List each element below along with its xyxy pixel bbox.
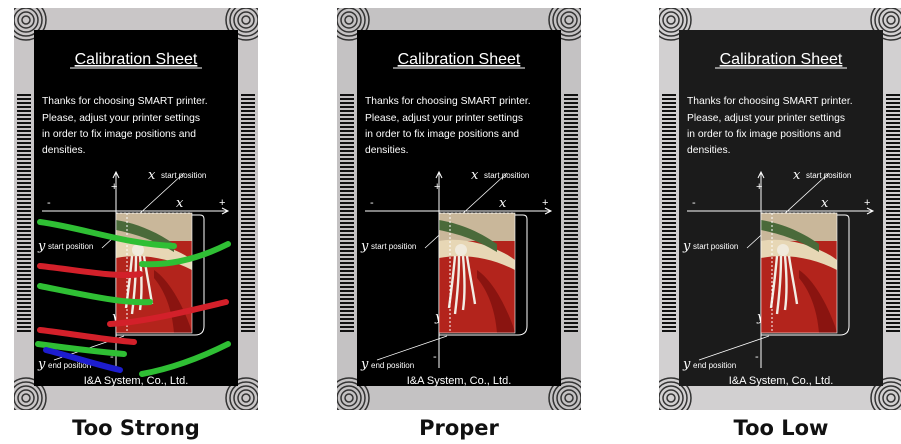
calibration-sheet-too-low: Calibration Sheet Thanks for choosing SM… bbox=[659, 8, 901, 410]
y-start-label: start position bbox=[693, 242, 738, 251]
x-start-letter: x bbox=[471, 168, 479, 183]
y-end-letter: y bbox=[682, 357, 691, 372]
x-minus-sign: - bbox=[370, 197, 374, 209]
sheet-title: Calibration Sheet bbox=[720, 51, 843, 68]
x-start-letter: x bbox=[148, 168, 156, 183]
instruction-line-1: Please, adjust your printer settings bbox=[687, 113, 845, 124]
y-minus-sign: - bbox=[755, 351, 759, 363]
intro-line: Thanks for choosing SMART printer. bbox=[42, 96, 208, 107]
x-axis-letter: x bbox=[499, 196, 507, 211]
footer-text: I&A System, Co., Ltd. bbox=[84, 375, 189, 387]
calibration-sheet-too-strong: Calibration Sheet Thanks for choosing SM… bbox=[14, 8, 258, 410]
sheet-graphic: Calibration Sheet Thanks for choosing SM… bbox=[337, 8, 581, 410]
instruction-line-2: in order to fix image positions and bbox=[365, 129, 519, 140]
x-plus-sign: + bbox=[219, 197, 225, 209]
x-axis-letter: x bbox=[176, 196, 184, 211]
x-start-label: start position bbox=[484, 171, 529, 180]
x-minus-sign: - bbox=[692, 197, 696, 209]
x-plus-sign: + bbox=[542, 197, 548, 209]
y-plus-sign: + bbox=[111, 181, 117, 193]
y-end-label: end position bbox=[371, 361, 414, 370]
calibration-sheet-proper: Calibration Sheet Thanks for choosing SM… bbox=[337, 8, 581, 410]
instruction-line-3: densities. bbox=[42, 145, 86, 156]
caption-too-low: Too Low bbox=[733, 416, 829, 440]
y-start-label: start position bbox=[48, 242, 93, 251]
instruction-line-3: densities. bbox=[365, 145, 409, 156]
x-start-label: start position bbox=[161, 171, 206, 180]
x-plus-sign: + bbox=[864, 197, 870, 209]
instruction-line-1: Please, adjust your printer settings bbox=[365, 113, 523, 124]
x-minus-sign: - bbox=[47, 197, 51, 209]
y-start-letter: y bbox=[360, 239, 369, 254]
y-start-letter: y bbox=[682, 239, 691, 254]
y-end-label: end position bbox=[693, 361, 736, 370]
intro-line: Thanks for choosing SMART printer. bbox=[365, 96, 531, 107]
instruction-line-3: densities. bbox=[687, 145, 731, 156]
x-start-letter: x bbox=[793, 168, 801, 183]
y-end-letter: y bbox=[37, 357, 46, 372]
x-axis-letter: x bbox=[821, 196, 829, 211]
sheet-title: Calibration Sheet bbox=[75, 51, 198, 68]
sheet-graphic: Calibration Sheet Thanks for choosing SM… bbox=[14, 8, 258, 410]
instruction-line-2: in order to fix image positions and bbox=[687, 129, 841, 140]
y-end-letter: y bbox=[360, 357, 369, 372]
y-plus-sign: + bbox=[434, 181, 440, 193]
y-minus-sign: - bbox=[433, 351, 437, 363]
sheet-graphic: Calibration Sheet Thanks for choosing SM… bbox=[659, 8, 901, 410]
caption-too-strong: Too Strong bbox=[72, 416, 200, 440]
x-start-label: start position bbox=[806, 171, 851, 180]
y-plus-sign: + bbox=[756, 181, 762, 193]
intro-line: Thanks for choosing SMART printer. bbox=[687, 96, 853, 107]
y-start-letter: y bbox=[37, 239, 46, 254]
y-start-label: start position bbox=[371, 242, 416, 251]
instruction-line-2: in order to fix image positions and bbox=[42, 129, 196, 140]
sheet-title: Calibration Sheet bbox=[398, 51, 521, 68]
caption-proper: Proper bbox=[419, 416, 499, 440]
instruction-line-1: Please, adjust your printer settings bbox=[42, 113, 200, 124]
footer-text: I&A System, Co., Ltd. bbox=[729, 375, 834, 387]
footer-text: I&A System, Co., Ltd. bbox=[407, 375, 512, 387]
